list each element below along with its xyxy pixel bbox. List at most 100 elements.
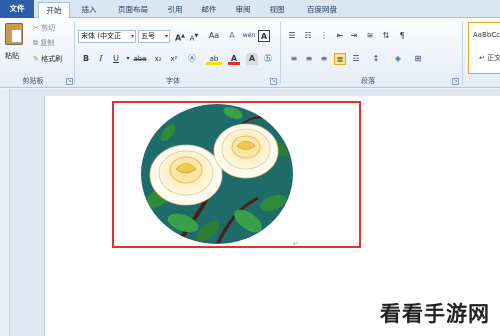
site-watermark: 看看手游网: [380, 302, 490, 326]
cut-label: 剪切: [41, 24, 56, 32]
subscript-icon: x₂: [154, 55, 162, 63]
multilevel-list-button[interactable]: ⋮: [318, 30, 330, 42]
highlight-button[interactable]: ab: [206, 53, 222, 65]
show-marks-button[interactable]: ¶: [396, 30, 408, 42]
character-border-icon: A: [260, 32, 268, 41]
line-spacing-button[interactable]: ↕: [370, 53, 382, 65]
copy-button[interactable]: ⧉ 复制: [33, 37, 54, 50]
grow-font-button[interactable]: A▲: [174, 30, 186, 43]
tab-review[interactable]: 审阅: [228, 2, 258, 17]
numbered-list-icon: ☷: [304, 31, 312, 40]
subscript-button[interactable]: x₂: [151, 53, 165, 65]
underline-button[interactable]: U: [110, 53, 122, 65]
brush-icon: ✎: [33, 55, 42, 63]
shading-button[interactable]: ◈: [392, 53, 404, 65]
sort-icon: ⇅: [382, 31, 390, 40]
font-color-icon: A: [230, 54, 238, 63]
chinese-layout-icon: ≋: [366, 31, 374, 40]
paragraph-group-label: 段落: [361, 77, 375, 85]
shrink-font-button[interactable]: A▼: [188, 30, 200, 42]
clear-format-button[interactable]: A: [226, 30, 238, 42]
chevron-down-icon: ▾: [130, 33, 134, 40]
superscript-icon: x²: [170, 55, 178, 63]
paragraph-mark: ↵: [293, 240, 299, 248]
chevron-down-icon: ▾: [126, 55, 130, 62]
tab-references[interactable]: 引用: [160, 2, 190, 17]
align-left-button[interactable]: ≡: [288, 53, 300, 65]
ribbon-home: 粘贴 ✂ 剪切 ⧉ 复制 ✎ 格式刷 剪贴板 ↘ 宋体 (中文正 ▾ 五号 ▾ A▲…: [0, 18, 500, 88]
separator: [74, 22, 75, 84]
increase-indent-button[interactable]: ⇥: [348, 30, 360, 42]
strikethrough-icon: abe: [133, 55, 147, 63]
change-case-icon: Aa: [208, 31, 220, 40]
clear-format-icon: A: [229, 31, 235, 40]
copy-label: 复制: [40, 39, 55, 47]
vertical-ruler[interactable]: [0, 89, 10, 336]
style-name-label: 正文: [487, 54, 500, 62]
italic-icon: I: [99, 54, 103, 63]
numbering-button[interactable]: ☷: [302, 30, 314, 42]
align-left-icon: ≡: [290, 54, 298, 63]
sort-button[interactable]: ⇅: [380, 30, 392, 42]
justify-icon: ≣: [336, 55, 344, 64]
separator: [280, 22, 281, 84]
quick-style-normal[interactable]: AaBbCc ↵ 正文: [468, 22, 500, 74]
superscript-button[interactable]: x²: [167, 53, 181, 65]
bullet-list-icon: ☰: [288, 31, 296, 40]
line-spacing-icon: ↕: [372, 54, 380, 63]
paste-button[interactable]: 粘贴: [5, 50, 19, 63]
align-right-button[interactable]: ≡: [318, 53, 330, 65]
align-center-icon: ≡: [305, 54, 313, 63]
style-name: ↵ 正文: [479, 54, 500, 62]
decrease-indent-button[interactable]: ⇤: [334, 30, 346, 42]
tab-file[interactable]: 文件: [0, 0, 34, 18]
chevron-down-icon: ▾: [164, 33, 168, 40]
highlighter-icon: ab: [209, 55, 219, 63]
bold-icon: B: [82, 54, 90, 63]
format-painter-button[interactable]: ✎ 格式刷: [33, 53, 62, 66]
tab-page-layout[interactable]: 页面布局: [110, 2, 156, 17]
separator: [462, 22, 463, 84]
underline-icon: U: [113, 54, 119, 63]
text-effects-button[interactable]: Ⓐ: [186, 53, 198, 65]
cut-button[interactable]: ✂ 剪切: [33, 22, 55, 35]
style-sample: AaBbCc: [473, 31, 500, 39]
clipboard-launcher-icon[interactable]: ↘: [66, 78, 73, 85]
format-painter-label: 格式刷: [41, 55, 63, 63]
paint-bucket-icon: ◈: [394, 54, 402, 63]
bold-button[interactable]: B: [80, 53, 92, 65]
character-shading-button[interactable]: A: [246, 53, 258, 65]
font-color-button[interactable]: A: [228, 53, 240, 65]
justify-button[interactable]: ≣: [334, 53, 346, 65]
enclose-characters-button[interactable]: ㊄: [262, 53, 274, 65]
align-right-icon: ≡: [320, 54, 328, 63]
chinese-layout-button[interactable]: ≋: [364, 30, 376, 42]
tab-baidu-netdisk[interactable]: 百度网盘: [298, 2, 346, 17]
tab-home[interactable]: 开始: [38, 2, 70, 19]
enclose-characters-icon: ㊄: [264, 54, 272, 63]
font-group-label: 字体: [166, 77, 180, 85]
strikethrough-button[interactable]: abe: [132, 53, 148, 65]
font-family-combo[interactable]: 宋体 (中文正 ▾: [78, 30, 136, 43]
change-case-button[interactable]: Aa: [206, 30, 222, 42]
tab-view[interactable]: 视图: [262, 2, 292, 17]
font-launcher-icon[interactable]: ↘: [270, 78, 277, 85]
borders-button[interactable]: ⊞: [412, 53, 424, 65]
distributed-button[interactable]: ☲: [350, 53, 362, 65]
character-border-button[interactable]: A: [258, 30, 270, 42]
tab-mailings[interactable]: 邮件: [194, 2, 224, 17]
clipboard-group-label: 剪贴板: [22, 77, 44, 85]
tab-insert[interactable]: 插入: [74, 2, 104, 17]
font-size-value: 五号: [141, 32, 155, 40]
bullets-button[interactable]: ☰: [286, 30, 298, 42]
increase-indent-icon: ⇥: [350, 31, 358, 40]
selection-highlight-frame: [112, 101, 361, 248]
italic-button[interactable]: I: [95, 53, 107, 65]
paragraph-launcher-icon[interactable]: ↘: [452, 78, 459, 85]
scissors-icon: ✂: [33, 24, 42, 32]
clipboard-paste-icon[interactable]: [5, 23, 23, 45]
phonetic-guide-button[interactable]: wén: [242, 30, 256, 42]
multilevel-list-icon: ⋮: [320, 31, 328, 40]
font-size-combo[interactable]: 五号 ▾: [138, 30, 170, 43]
align-center-button[interactable]: ≡: [303, 53, 315, 65]
